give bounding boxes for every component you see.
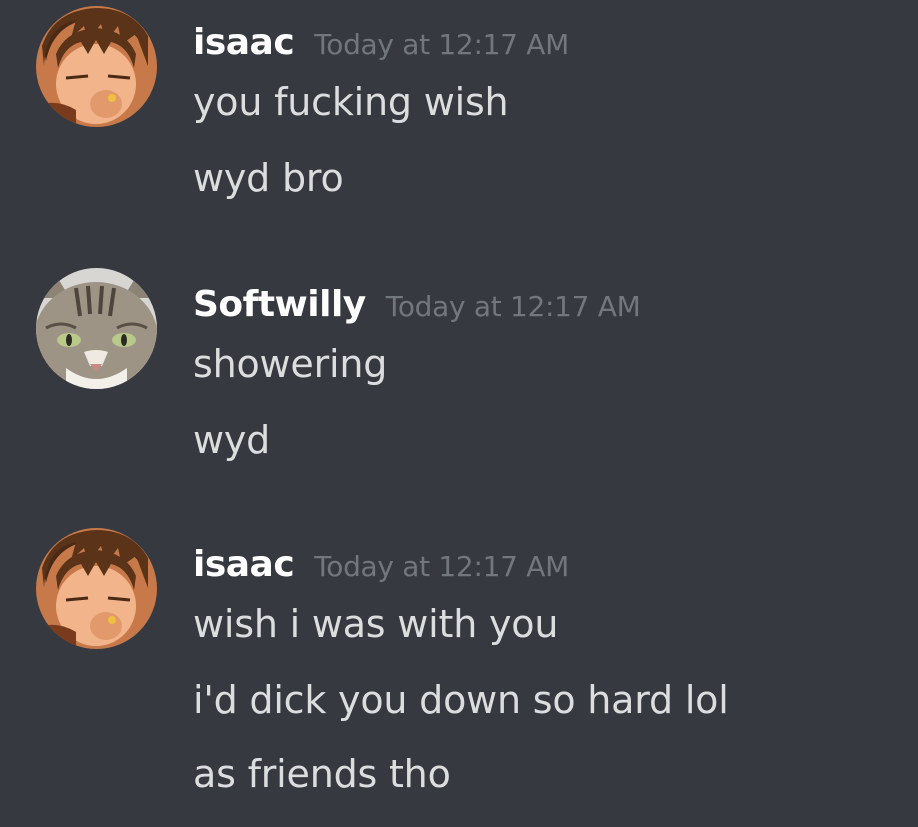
message-header: isaac Today at 12:17 AM (193, 544, 569, 585)
message-header: isaac Today at 12:17 AM (193, 22, 569, 63)
user-avatar-isaac[interactable] (36, 6, 157, 127)
user-avatar-softwilly[interactable] (36, 268, 157, 389)
message-text: i'd dick you down so hard lol (193, 678, 729, 722)
username[interactable]: Softwilly (193, 284, 366, 325)
timestamp: Today at 12:17 AM (314, 550, 569, 583)
message-text: showering (193, 342, 388, 386)
timestamp: Today at 12:17 AM (314, 28, 569, 61)
message-text: wyd (193, 418, 271, 462)
message-text: you fucking wish (193, 80, 509, 124)
timestamp: Today at 12:17 AM (385, 290, 641, 323)
message-text: wish i was with you (193, 602, 559, 646)
message-header: Softwilly Today at 12:17 AM (193, 284, 641, 325)
message-text: wyd bro (193, 156, 344, 200)
username[interactable]: isaac (193, 544, 295, 585)
username[interactable]: isaac (193, 22, 295, 63)
chat-messages: isaac Today at 12:17 AM you fucking wish … (0, 0, 918, 827)
user-avatar-isaac[interactable] (36, 528, 157, 649)
message-text: as friends tho (193, 752, 451, 796)
